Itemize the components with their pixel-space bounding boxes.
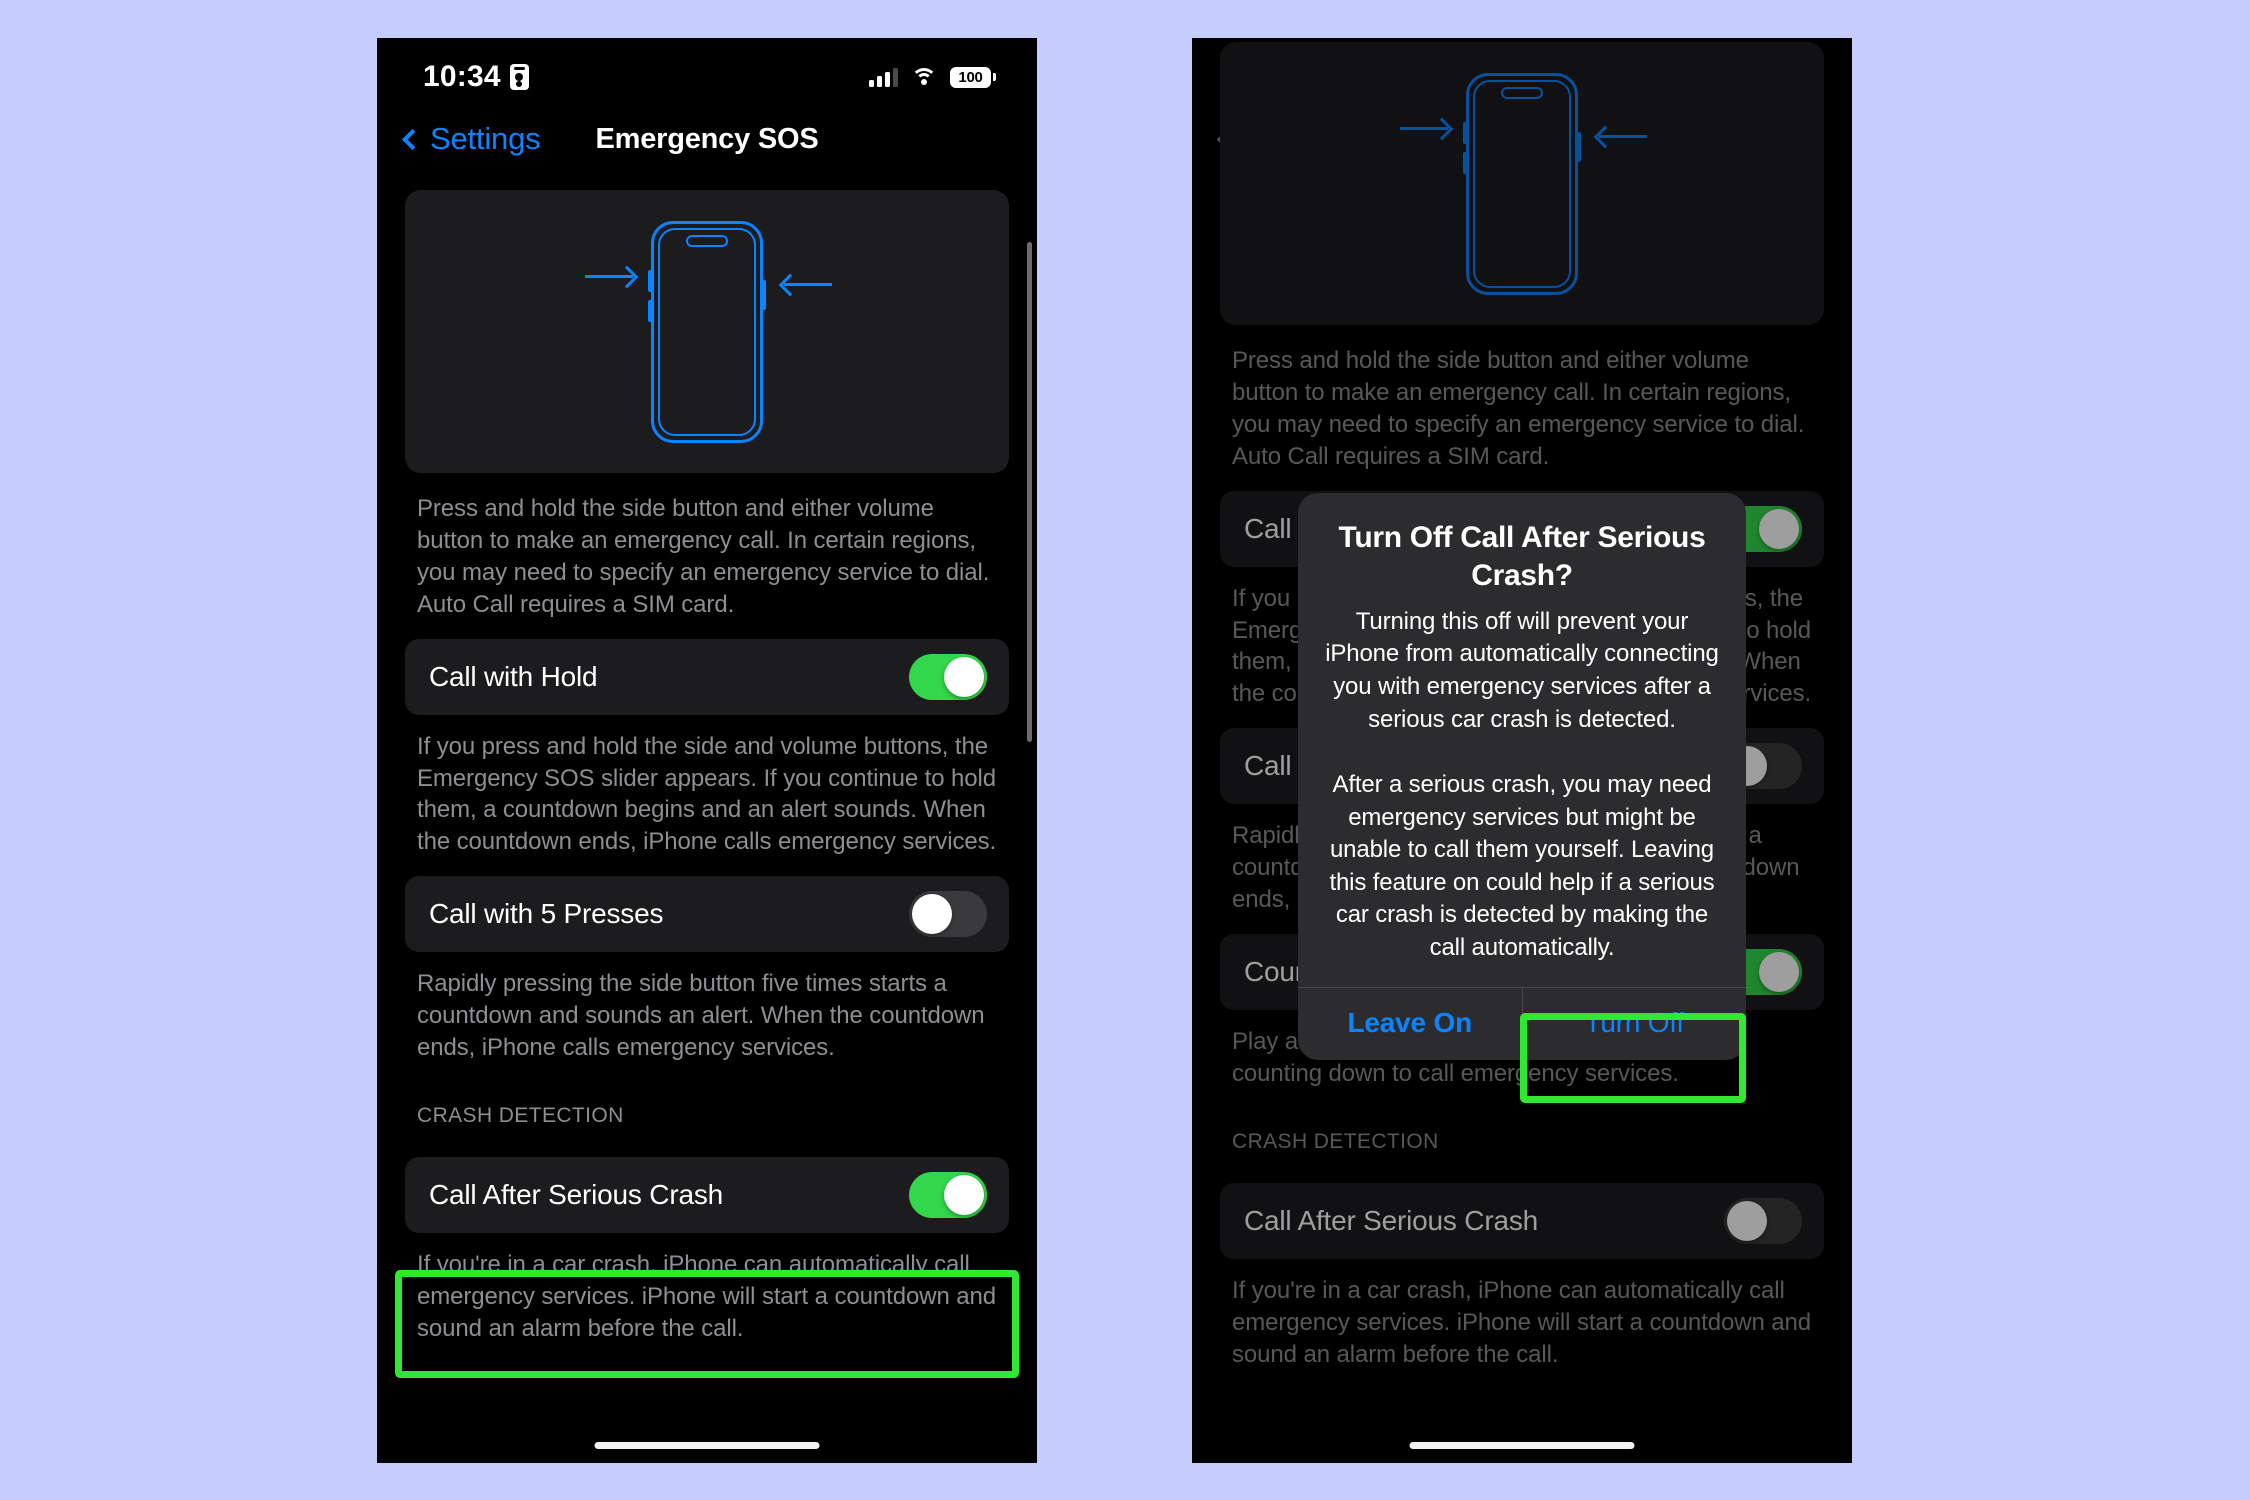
toggle-knob (944, 1174, 984, 1215)
scroll-indicator[interactable] (1027, 242, 1032, 742)
settings-scroll-area[interactable]: Press and hold the side button and eithe… (377, 190, 1037, 1345)
iphone-side-buttons-press-illustration (557, 217, 857, 447)
intro-footnote: Press and hold the side button and eithe… (1232, 347, 1805, 470)
section-header-crash-detection: CRASH DETECTION (1232, 1129, 1439, 1153)
side-button-icon (1576, 131, 1581, 162)
toggle-call-with-5-presses[interactable] (909, 891, 987, 938)
turn-off-button[interactable]: Turn Off (1523, 988, 1747, 1060)
dialog-title: Turn Off Call After Serious Crash? (1338, 521, 1706, 593)
row-call-with-5-presses[interactable]: Call with 5 Presses (405, 876, 1009, 953)
toggle-knob (944, 656, 984, 697)
home-indicator (1409, 1442, 1635, 1449)
section-header-crash-detection: CRASH DETECTION (417, 1103, 624, 1127)
volume-up-button-icon (648, 269, 653, 292)
right-phone-screen: 10:35 100 Settings Emergency SOS (1192, 38, 1852, 1463)
turn-off-crash-detection-dialog: Turn Off Call After Serious Crash? Turni… (1298, 493, 1746, 1060)
dialog-message: Turning this off will prevent your iPhon… (1325, 607, 1719, 962)
arrow-left-icon (784, 282, 832, 286)
toggle-call-after-serious-crash[interactable] (1724, 1197, 1802, 1244)
left-phone-screen: 10:34 100 Settings Emergency SOS Press a… (377, 38, 1037, 1463)
battery-level-label: 100 (958, 68, 983, 86)
home-indicator (594, 1442, 820, 1449)
footnote-call-after-serious-crash: If you're in a car crash, iPhone can aut… (1232, 1276, 1811, 1368)
row-label: Call After Serious Crash (1244, 1204, 1538, 1236)
footnote-call-with-5-presses: Rapidly pressing the side button five ti… (417, 970, 985, 1062)
screenshot-stage: 10:34 100 Settings Emergency SOS Press a… (0, 0, 2250, 1500)
volume-down-button-icon (1463, 151, 1468, 174)
arrow-left-icon (1599, 134, 1647, 138)
toggle-knob (1759, 508, 1799, 549)
footnote-call-with-hold: If you press and hold the side and volum… (417, 732, 997, 856)
toggle-call-with-hold[interactable] (909, 653, 987, 700)
footnote-call-after-serious-crash: If you're in a car crash, iPhone can aut… (417, 1250, 996, 1342)
status-bar: 10:34 100 (377, 38, 1037, 106)
side-button-icon (761, 279, 766, 310)
hero-illustration-card (1220, 42, 1824, 325)
leave-on-button[interactable]: Leave On (1298, 988, 1522, 1060)
status-bar-time-group: 10:34 (423, 60, 529, 94)
chevron-left-icon (401, 128, 424, 150)
row-label: Call with Hold (429, 660, 598, 692)
hero-illustration-card (405, 190, 1009, 473)
arrow-right-icon (1400, 126, 1448, 130)
iphone-outline-icon (648, 220, 766, 443)
back-button-label: Settings (430, 121, 541, 156)
dynamic-island-icon (686, 234, 728, 247)
back-button[interactable]: Settings (401, 121, 541, 157)
toggle-call-after-serious-crash[interactable] (909, 1171, 987, 1218)
navigation-bar: Settings Emergency SOS (377, 106, 1037, 172)
cellular-signal-icon (869, 67, 898, 87)
dynamic-island-icon (1501, 86, 1543, 99)
volume-up-button-icon (1463, 121, 1468, 144)
intro-footnote: Press and hold the side button and eithe… (417, 495, 990, 618)
volume-down-button-icon (648, 299, 653, 322)
row-call-with-hold[interactable]: Call with Hold (405, 638, 1009, 715)
toggle-knob (1759, 951, 1799, 992)
toggle-knob (1727, 1200, 1767, 1241)
dialog-body: Turn Off Call After Serious Crash? Turni… (1298, 493, 1746, 987)
iphone-outline-icon (1463, 72, 1581, 295)
row-call-after-serious-crash[interactable]: Call After Serious Crash (1220, 1182, 1824, 1259)
dialog-actions: Leave On Turn Off (1298, 986, 1747, 1060)
row-label: Call with 5 Presses (429, 898, 664, 930)
row-label: Call After Serious Crash (429, 1178, 723, 1210)
status-bar-time: 10:34 (423, 60, 501, 93)
toggle-knob (912, 894, 952, 935)
id-badge-icon (509, 64, 529, 90)
wifi-icon (911, 67, 937, 87)
battery-icon: 100 (950, 66, 996, 88)
iphone-side-buttons-press-illustration (1372, 69, 1672, 299)
arrow-right-icon (585, 274, 633, 278)
row-call-after-serious-crash[interactable]: Call After Serious Crash (405, 1156, 1009, 1233)
status-bar-indicators: 100 (869, 66, 996, 88)
